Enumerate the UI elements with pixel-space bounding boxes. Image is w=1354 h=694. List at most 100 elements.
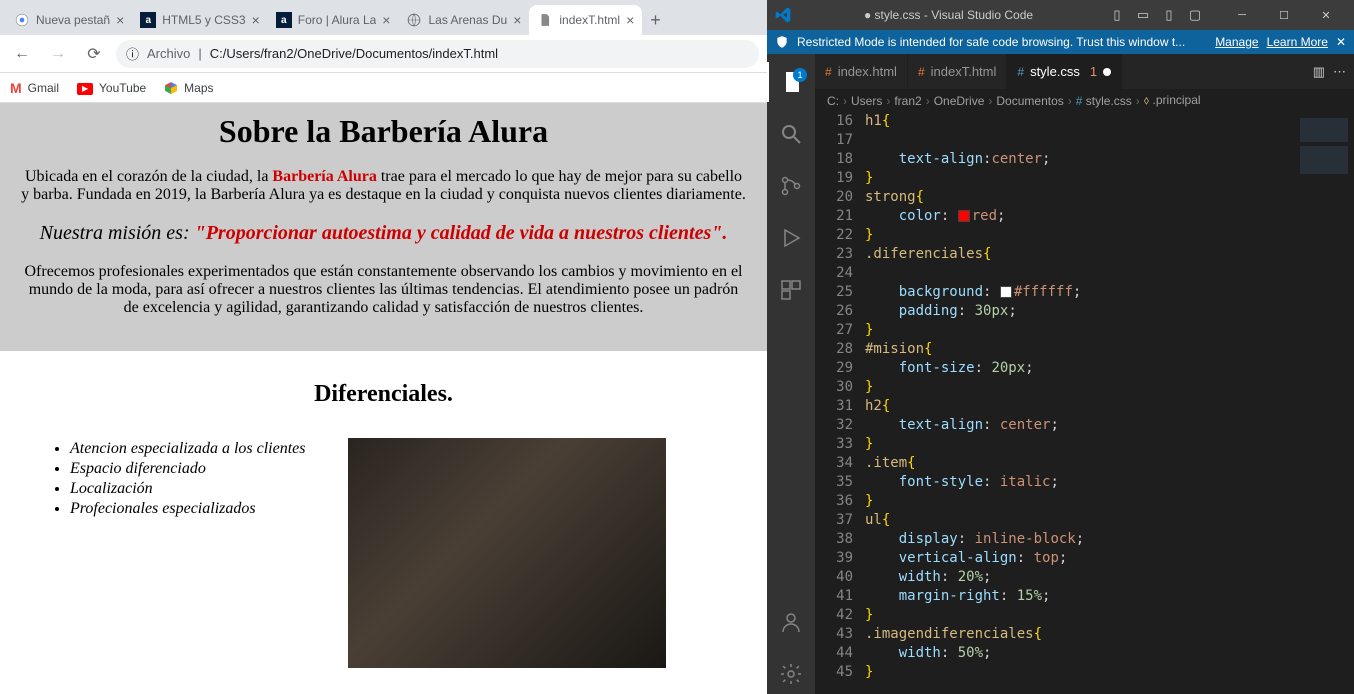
breadcrumb-segment[interactable]: Documentos <box>996 94 1063 108</box>
new-tab-button[interactable]: + <box>642 6 669 35</box>
bookmark-label: Gmail <box>28 81 59 95</box>
close-tab-icon[interactable]: × <box>513 12 521 28</box>
layout-right-icon[interactable]: ▯ <box>1158 6 1180 24</box>
source-control-icon[interactable] <box>767 166 815 206</box>
layout-panel-icon[interactable]: ▢ <box>1184 6 1206 24</box>
favicon-icon <box>537 12 553 28</box>
code-area[interactable]: 1617181920212223242526272829303132333435… <box>815 112 1354 694</box>
bookmark-item[interactable]: Maps <box>164 81 213 95</box>
titlebar: ● style.css - Visual Studio Code ▯ ▭ ▯ ▢… <box>767 0 1354 30</box>
reload-button[interactable]: ⟳ <box>80 40 108 68</box>
brand-strong: Barbería Alura <box>272 168 376 185</box>
forward-button[interactable]: → <box>44 40 72 68</box>
close-tab-icon[interactable]: × <box>626 12 634 28</box>
url-protocol: Archivo <box>147 46 190 61</box>
browser-tab[interactable]: Nueva pestañ× <box>6 5 132 35</box>
explorer-icon[interactable]: 1 <box>767 62 815 102</box>
editor-tab[interactable]: # index.html <box>815 54 908 89</box>
split-editor-icon[interactable]: ▥ <box>1313 64 1325 80</box>
bookmark-icon <box>164 81 178 95</box>
tab-title: Las Arenas Du <box>428 13 507 27</box>
bookmark-item[interactable]: ▶ YouTube <box>77 80 146 95</box>
search-icon[interactable] <box>767 114 815 154</box>
layout-bottom-icon[interactable]: ▭ <box>1132 6 1154 24</box>
minimize-button[interactable]: ─ <box>1222 3 1262 28</box>
list-item: Profecionales especializados <box>70 500 313 518</box>
explorer-badge: 1 <box>793 68 807 82</box>
browser-tab[interactable]: a Foro | Alura La × <box>268 5 399 35</box>
favicon-icon: a <box>276 12 292 28</box>
editor-tab-label: style.css <box>1030 64 1080 79</box>
breadcrumb-segment[interactable]: C: <box>827 94 839 108</box>
banner-close-icon[interactable]: ✕ <box>1336 35 1346 49</box>
banner-manage-link[interactable]: Manage <box>1215 35 1258 49</box>
layout-left-icon[interactable]: ▯ <box>1106 6 1128 24</box>
code-content[interactable]: h1{ text-align:center;}strong{ color: re… <box>865 112 1294 694</box>
window-controls: ─ ☐ ✕ <box>1222 3 1346 28</box>
activity-bar: 1 <box>767 54 815 694</box>
settings-gear-icon[interactable] <box>767 654 815 694</box>
close-window-button[interactable]: ✕ <box>1306 3 1346 28</box>
close-tab-icon[interactable]: × <box>252 12 260 28</box>
close-tab-icon[interactable]: × <box>382 12 390 28</box>
error-count: 1 <box>1090 64 1097 79</box>
close-tab-icon[interactable]: × <box>116 12 124 28</box>
layout-buttons: ▯ ▭ ▯ ▢ <box>1106 6 1206 24</box>
browser-tab[interactable]: Las Arenas Du × <box>398 5 529 35</box>
main-row: 1 #index.html#indexT.html#style.css1 ▥ ⋯… <box>767 54 1354 694</box>
list-item: Espacio diferenciado <box>70 460 313 478</box>
details-paragraph: Ofrecemos profesionales experimentados q… <box>20 263 747 317</box>
diferenciales-image <box>348 438 666 668</box>
breadcrumb[interactable]: C:›Users›fran2›OneDrive›Documentos›# sty… <box>815 89 1354 112</box>
diferenciales-title: Diferenciales. <box>30 381 737 408</box>
browser-tab[interactable]: indexT.html× <box>529 5 642 35</box>
editor-tab-label: index.html <box>838 64 897 79</box>
list-item: Localización <box>70 480 313 498</box>
mission-paragraph: Nuestra misión es: "Proporcionar autoest… <box>20 222 747 245</box>
breadcrumb-segment[interactable]: # style.css <box>1076 94 1132 108</box>
back-button[interactable]: ← <box>8 40 36 68</box>
page-viewport[interactable]: Sobre la Barbería Alura Ubicada en el co… <box>0 103 767 694</box>
file-icon: # <box>918 65 925 79</box>
vscode-window: ● style.css - Visual Studio Code ▯ ▭ ▯ ▢… <box>767 0 1354 694</box>
banner-learn-link[interactable]: Learn More <box>1267 35 1328 49</box>
bookmarks-bar: M Gmail ▶ YouTube Maps <box>0 73 767 103</box>
editor-tab[interactable]: # indexT.html <box>908 54 1007 89</box>
info-icon: ⓘ <box>126 44 139 63</box>
bookmark-label: YouTube <box>99 81 146 95</box>
file-icon: # <box>825 65 832 79</box>
editor-tab-label: indexT.html <box>931 64 997 79</box>
page-title: Sobre la Barbería Alura <box>20 113 747 150</box>
bookmark-icon: ▶ <box>77 80 93 95</box>
breadcrumb-segment[interactable]: Users <box>851 94 882 108</box>
browser-tab[interactable]: a HTML5 y CSS3 × <box>132 5 268 35</box>
tab-title: Foro | Alura La <box>298 13 377 27</box>
list-item: Atencion especializada a los clientes <box>70 440 313 458</box>
diferenciales-list: Atencion especializada a los clientes Esp… <box>30 438 313 520</box>
minimap[interactable] <box>1294 112 1354 694</box>
intro-paragraph: Ubicada en el corazón de la ciudad, la B… <box>20 168 747 204</box>
bookmark-item[interactable]: M Gmail <box>10 80 59 96</box>
modified-indicator-icon <box>1103 68 1111 76</box>
url-bar[interactable]: ⓘ Archivo | C:/Users/fran2/OneDrive/Docu… <box>116 40 759 68</box>
more-actions-icon[interactable]: ⋯ <box>1333 64 1346 80</box>
breadcrumb-segment[interactable]: OneDrive <box>934 94 985 108</box>
line-gutter: 1617181920212223242526272829303132333435… <box>815 112 865 694</box>
editor-area: #index.html#indexT.html#style.css1 ▥ ⋯ C… <box>815 54 1354 694</box>
editor-tab[interactable]: #style.css1 <box>1007 54 1122 89</box>
url-path: C:/Users/fran2/OneDrive/Documentos/index… <box>210 46 498 61</box>
favicon-icon: a <box>140 12 156 28</box>
breadcrumb-segment[interactable]: ⬨ .principal <box>1144 93 1201 108</box>
bookmark-icon: M <box>10 80 22 96</box>
bookmark-label: Maps <box>184 81 213 95</box>
tab-title: HTML5 y CSS3 <box>162 13 245 27</box>
mission-strong: "Proporcionar autoestima y calidad de vi… <box>195 222 728 244</box>
extensions-icon[interactable] <box>767 270 815 310</box>
accounts-icon[interactable] <box>767 602 815 642</box>
run-debug-icon[interactable] <box>767 218 815 258</box>
maximize-button[interactable]: ☐ <box>1264 3 1304 28</box>
toolbar: ← → ⟳ ⓘ Archivo | C:/Users/fran2/OneDriv… <box>0 35 767 73</box>
principal-section: Sobre la Barbería Alura Ubicada en el co… <box>0 103 767 351</box>
breadcrumb-segment[interactable]: fran2 <box>894 94 921 108</box>
tabstrip: Nueva pestañ× a HTML5 y CSS3 × a Foro | Alura… <box>0 0 767 35</box>
